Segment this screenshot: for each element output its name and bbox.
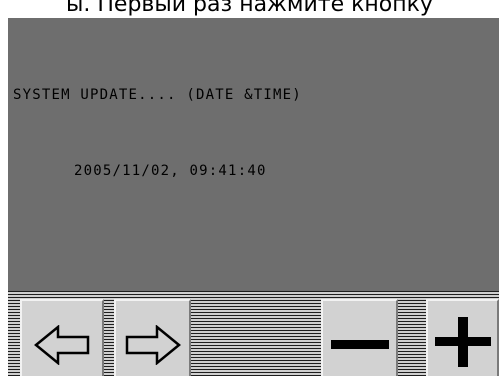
date-time-value: 2005/11/02, 09:41:40 — [74, 163, 267, 179]
system-update-label: SYSTEM UPDATE.... (DATE &TIME) — [13, 87, 302, 103]
caption-text: ы. Первый раз нажмите кнопку — [66, 0, 433, 17]
lcd-screen: SYSTEM UPDATE.... (DATE &TIME) 2005/11/0… — [8, 18, 499, 291]
minus-icon — [330, 340, 389, 349]
arrow-right-icon — [125, 325, 181, 365]
minus-button[interactable] — [321, 299, 398, 376]
plus-icon — [434, 317, 491, 367]
plus-button[interactable] — [426, 299, 499, 376]
softkey-bar — [8, 291, 499, 376]
arrow-left-icon — [34, 325, 90, 365]
right-arrow-button[interactable] — [114, 299, 191, 376]
left-arrow-button[interactable] — [20, 299, 104, 376]
